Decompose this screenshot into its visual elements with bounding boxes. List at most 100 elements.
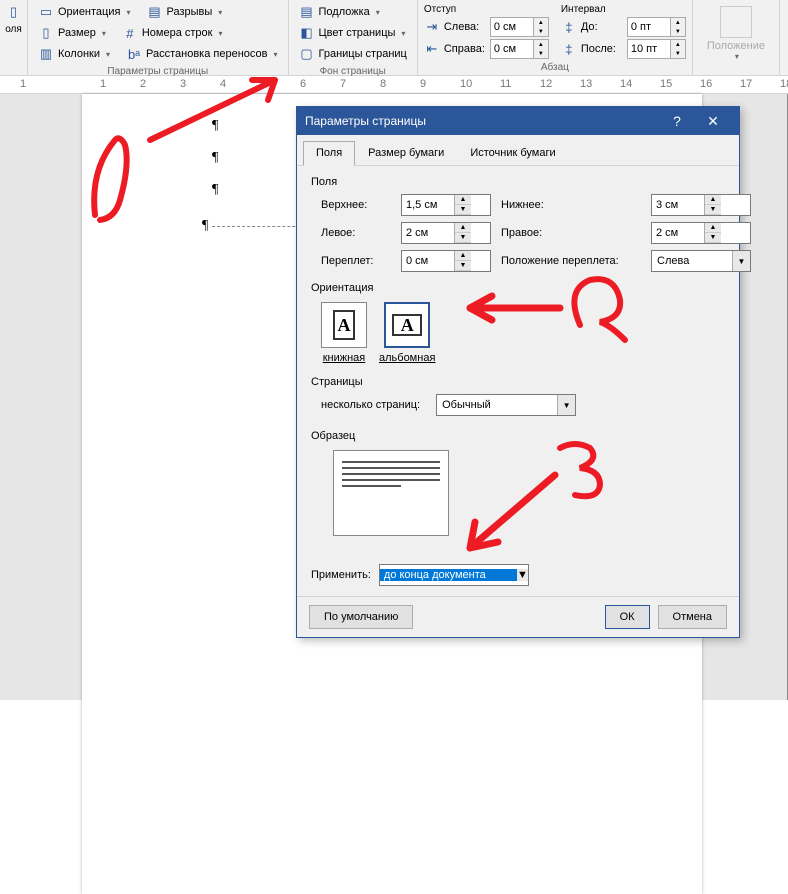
- pages-section-label: Страницы: [311, 376, 725, 388]
- spin-down[interactable]: ▼: [455, 261, 471, 271]
- chevron-down-icon: ▾: [126, 8, 130, 17]
- margins-section-label: Поля: [311, 176, 725, 188]
- portrait-icon: A: [333, 310, 355, 340]
- spacing-after-icon: ‡: [561, 41, 577, 57]
- page-borders-button[interactable]: ▢Границы страниц: [295, 44, 411, 64]
- page-color-icon: ◧: [299, 25, 315, 41]
- gutter-pos-label: Положение переплета:: [501, 255, 641, 267]
- spacing-after-input[interactable]: ▲▼: [627, 39, 686, 59]
- indent-left-input[interactable]: ▲▼: [490, 17, 549, 37]
- hyphenation-button[interactable]: bᵃРасстановка переносов▾: [122, 44, 282, 64]
- bottom-input[interactable]: ▲▼: [651, 194, 751, 216]
- spacing-title: Интервал: [561, 4, 686, 15]
- orientation-landscape[interactable]: A альбомная: [379, 302, 435, 364]
- chevron-down-icon[interactable]: ▼: [517, 569, 528, 581]
- watermark-icon: ▤: [299, 4, 315, 20]
- tab-margins[interactable]: Поля: [303, 141, 355, 166]
- close-button[interactable]: ✕: [695, 107, 731, 135]
- page-color-button[interactable]: ◧Цвет страницы▾: [295, 23, 411, 43]
- spin-up[interactable]: ▲: [671, 40, 685, 49]
- spin-down[interactable]: ▼: [671, 49, 685, 58]
- multi-pages-combo[interactable]: Обычный▼: [436, 394, 576, 416]
- tab-paper[interactable]: Размер бумаги: [355, 141, 457, 165]
- multi-pages-label: несколько страниц:: [321, 399, 420, 411]
- apply-label: Применить:: [311, 569, 371, 581]
- pilcrow-mark: ¶: [212, 182, 218, 198]
- margins-icon: ▯: [6, 4, 22, 20]
- left-input[interactable]: ▲▼: [401, 222, 491, 244]
- spacing-before-input[interactable]: ▲▼: [627, 17, 686, 37]
- indent-left-icon: ⇥: [424, 19, 440, 35]
- chevron-down-icon: ▾: [401, 29, 405, 38]
- spin-down[interactable]: ▼: [455, 233, 471, 243]
- dialog-tabs: Поля Размер бумаги Источник бумаги: [297, 135, 739, 166]
- pilcrow-mark: ¶: [212, 150, 218, 166]
- help-button[interactable]: ?: [659, 107, 695, 135]
- page-borders-icon: ▢: [299, 46, 315, 62]
- gutter-label: Переплет:: [321, 255, 391, 267]
- paragraph-label: Абзац: [424, 60, 686, 75]
- left-label: Левое:: [321, 227, 391, 239]
- margins-button[interactable]: ▯ оля: [6, 2, 21, 52]
- size-icon: ▯: [38, 25, 54, 41]
- spin-down[interactable]: ▼: [705, 205, 721, 215]
- hyphenation-icon: bᵃ: [126, 46, 142, 62]
- right-label: Правое:: [501, 227, 641, 239]
- chevron-down-icon: ▾: [218, 8, 222, 17]
- chevron-down-icon: ▾: [376, 8, 380, 17]
- spin-up[interactable]: ▲: [455, 223, 471, 233]
- orientation-icon: ▭: [38, 4, 54, 20]
- spin-up[interactable]: ▲: [671, 18, 685, 27]
- dialog-titlebar[interactable]: Параметры страницы ? ✕: [297, 107, 739, 135]
- gutter-pos-combo[interactable]: Слева▼: [651, 250, 751, 272]
- columns-button[interactable]: ▥Колонки▾: [34, 44, 114, 64]
- chevron-down-icon[interactable]: ▼: [732, 251, 750, 271]
- ok-button[interactable]: ОК: [605, 605, 650, 629]
- spacing-after-label: После:: [581, 43, 623, 55]
- top-input[interactable]: ▲▼: [401, 194, 491, 216]
- bottom-label: Нижнее:: [501, 199, 641, 211]
- ribbon: ▯ оля ▭Ориентация▾ ▤Разрывы▾ ▯Размер▾ #Н…: [0, 0, 788, 76]
- line-numbers-icon: #: [122, 25, 138, 41]
- tab-source[interactable]: Источник бумаги: [457, 141, 568, 165]
- apply-combo[interactable]: до конца документа▼: [379, 564, 529, 586]
- indent-title: Отступ: [424, 4, 549, 15]
- gutter-input[interactable]: ▲▼: [401, 250, 491, 272]
- chevron-down-icon: ▾: [218, 29, 222, 38]
- breaks-button[interactable]: ▤Разрывы▾: [142, 2, 226, 22]
- spacing-before-label: До:: [581, 21, 623, 33]
- preview-box: [333, 450, 449, 536]
- spin-down[interactable]: ▼: [455, 205, 471, 215]
- spin-up[interactable]: ▲: [455, 251, 471, 261]
- spin-up[interactable]: ▲: [455, 195, 471, 205]
- breaks-icon: ▤: [146, 4, 162, 20]
- chevron-down-icon: ▾: [735, 52, 739, 61]
- right-input[interactable]: ▲▼: [651, 222, 751, 244]
- position-button[interactable]: Положение ▾: [699, 2, 773, 65]
- spin-down[interactable]: ▼: [705, 233, 721, 243]
- spin-up[interactable]: ▲: [534, 40, 548, 49]
- orientation-button[interactable]: ▭Ориентация▾: [34, 2, 134, 22]
- pilcrow-mark: ¶: [212, 118, 218, 134]
- size-button[interactable]: ▯Размер▾: [34, 23, 110, 43]
- columns-icon: ▥: [38, 46, 54, 62]
- spacing-before-icon: ‡: [561, 19, 577, 35]
- cancel-button[interactable]: Отмена: [658, 605, 727, 629]
- spin-down[interactable]: ▼: [671, 27, 685, 36]
- horizontal-ruler[interactable]: 1123456789101112131415161718: [0, 76, 788, 94]
- spin-up[interactable]: ▲: [534, 18, 548, 27]
- page-setup-dialog: Параметры страницы ? ✕ Поля Размер бумаг…: [296, 106, 740, 638]
- spin-down[interactable]: ▼: [534, 27, 548, 36]
- chevron-down-icon[interactable]: ▼: [557, 395, 575, 415]
- watermark-button[interactable]: ▤Подложка▾: [295, 2, 411, 22]
- spin-up[interactable]: ▲: [705, 223, 721, 233]
- default-button[interactable]: По умолчанию: [309, 605, 413, 629]
- spin-up[interactable]: ▲: [705, 195, 721, 205]
- line-numbers-button[interactable]: #Номера строк▾: [118, 23, 227, 43]
- paragraph-group: Отступ ⇥Слева:▲▼ ⇤Справа:▲▼ Интервал ‡До…: [418, 0, 693, 75]
- orientation-portrait[interactable]: A книжная: [321, 302, 367, 364]
- sample-section-label: Образец: [311, 430, 725, 442]
- spin-down[interactable]: ▼: [534, 49, 548, 58]
- indent-right-label: Справа:: [444, 43, 486, 55]
- indent-right-input[interactable]: ▲▼: [490, 39, 549, 59]
